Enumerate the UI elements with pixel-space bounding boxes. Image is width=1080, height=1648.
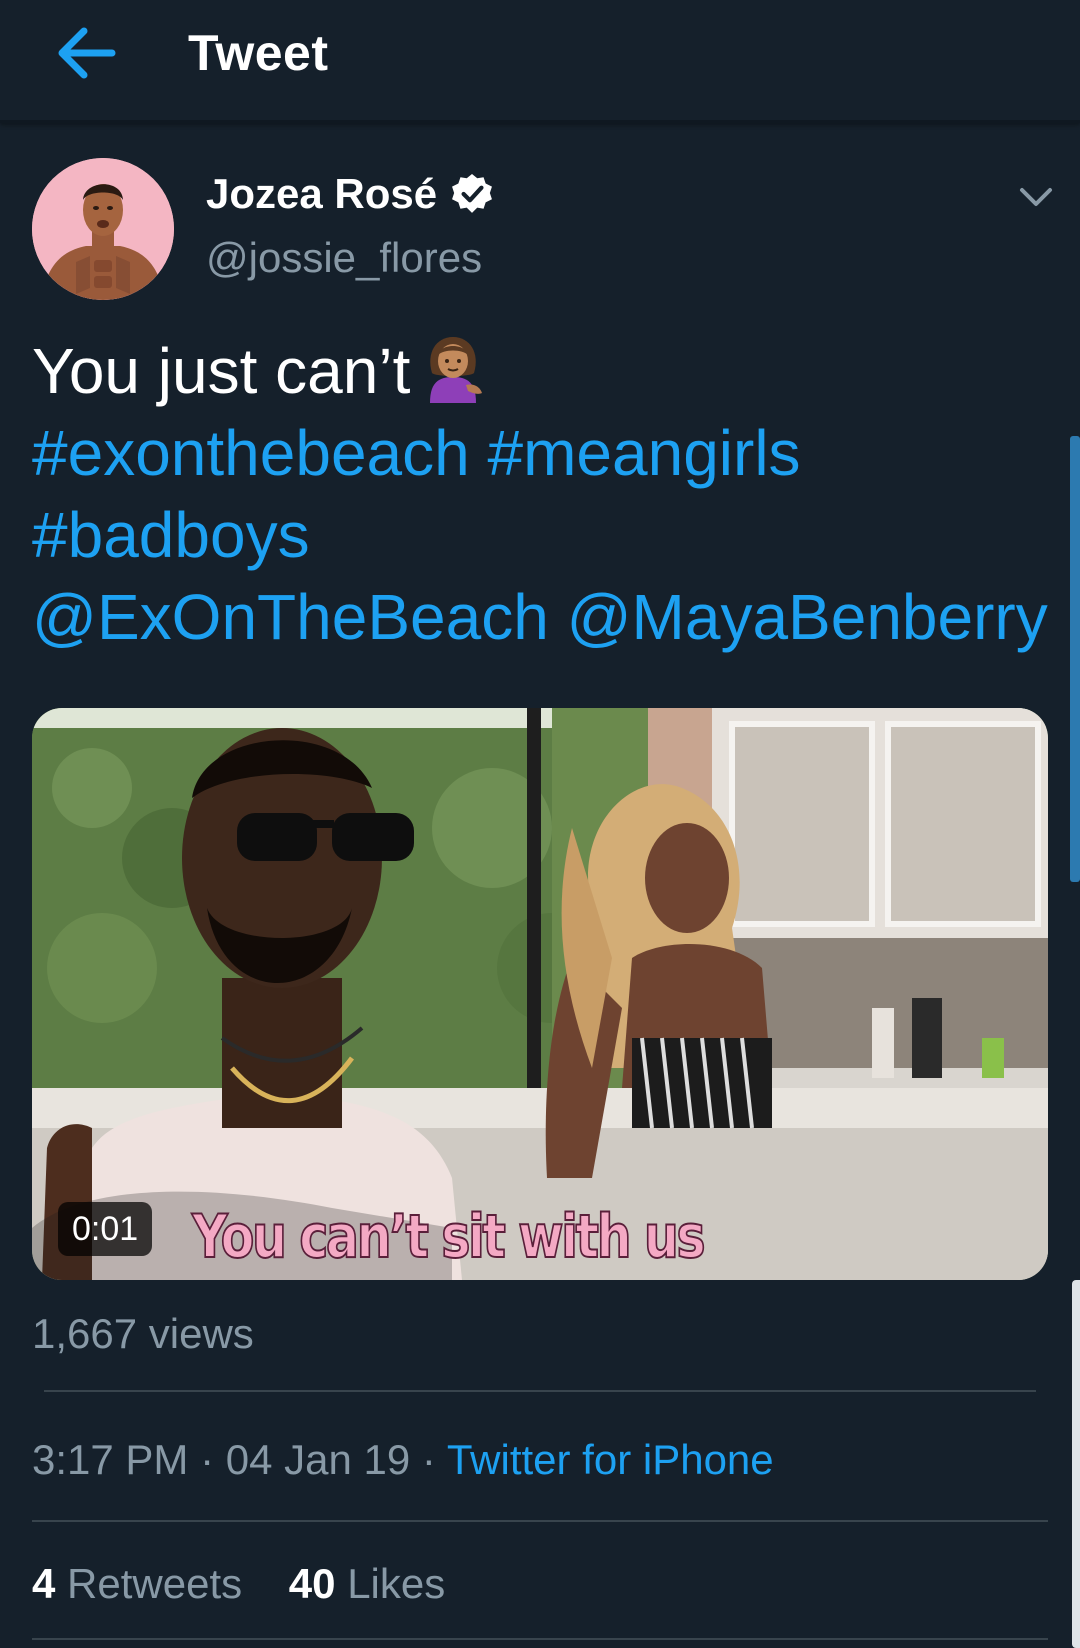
top-bar: Tweet <box>0 0 1080 123</box>
woman-tipping-hand-emoji <box>430 337 483 403</box>
meta-separator: · <box>410 1436 447 1483</box>
retweets-stat[interactable]: 4 Retweets <box>32 1560 242 1607</box>
tweet-time: 3:17 PM <box>32 1436 189 1483</box>
verified-badge-icon <box>452 174 493 213</box>
tweet-text-prefix: You just can’t <box>32 335 411 407</box>
tweet-stats: 4 Retweets 40 Likes <box>32 1560 445 1608</box>
tweet-text-line-3: #badboys <box>32 494 1052 576</box>
tweet-date: 04 Jan 19 <box>225 1436 411 1483</box>
video-caption: You can’t sit with us <box>191 1201 706 1273</box>
display-name-text: Jozea Rosé <box>206 170 438 217</box>
arrow-left-icon <box>58 27 116 79</box>
video-thumbnail <box>32 708 1048 1280</box>
video-media[interactable]: 0:01 You can’t sit with us <box>32 708 1048 1280</box>
likes-count: 40 <box>288 1560 336 1607</box>
avatar[interactable] <box>32 158 174 300</box>
tweet-text: You just can’t #exonthebeach #meangirls … <box>32 330 1052 658</box>
tweet-text-line-4: @ExOnTheBeach @MayaBenberry <box>32 576 1052 658</box>
meta-separator: · <box>188 1436 226 1483</box>
tweet-text-line-1: You just can’t <box>32 330 1052 412</box>
chevron-down-icon[interactable] <box>1016 180 1056 214</box>
hashtag-link[interactable]: #badboys <box>32 499 310 571</box>
divider <box>32 1520 1048 1522</box>
retweets-label: Retweets <box>67 1560 243 1607</box>
divider <box>32 1638 1048 1640</box>
tweet-meta: 3:17 PM · 04 Jan 19 · Twitter for iPhone <box>32 1436 774 1484</box>
display-name[interactable]: Jozea Rosé <box>206 170 493 218</box>
tweet-source-link[interactable]: Twitter for iPhone <box>447 1436 774 1483</box>
retweets-count: 4 <box>32 1560 56 1607</box>
tweet-author: Jozea Rosé @jossie_flores <box>0 150 1080 300</box>
hashtag-link[interactable]: #exonthebeach <box>32 417 470 489</box>
divider <box>44 1390 1036 1392</box>
likes-stat[interactable]: 40 Likes <box>289 1560 445 1607</box>
mention-link[interactable]: @ExOnTheBeach <box>32 581 549 653</box>
likes-label: Likes <box>347 1560 446 1607</box>
mention-link[interactable]: @MayaBenberry <box>567 581 1048 653</box>
hashtag-link[interactable]: #meangirls <box>488 417 801 489</box>
user-handle[interactable]: @jossie_flores <box>206 234 482 282</box>
page-title: Tweet <box>188 25 329 81</box>
view-count: 1,667 views <box>32 1310 254 1357</box>
tweet-text-line-2: #exonthebeach #meangirls <box>32 412 1052 494</box>
video-caption-text: You can’t sit with us <box>191 1201 706 1273</box>
scrollbar-track[interactable] <box>1072 1280 1080 1648</box>
scrollbar-thumb[interactable] <box>1070 436 1080 882</box>
video-duration-badge: 0:01 <box>58 1202 153 1256</box>
back-button[interactable] <box>50 20 120 86</box>
